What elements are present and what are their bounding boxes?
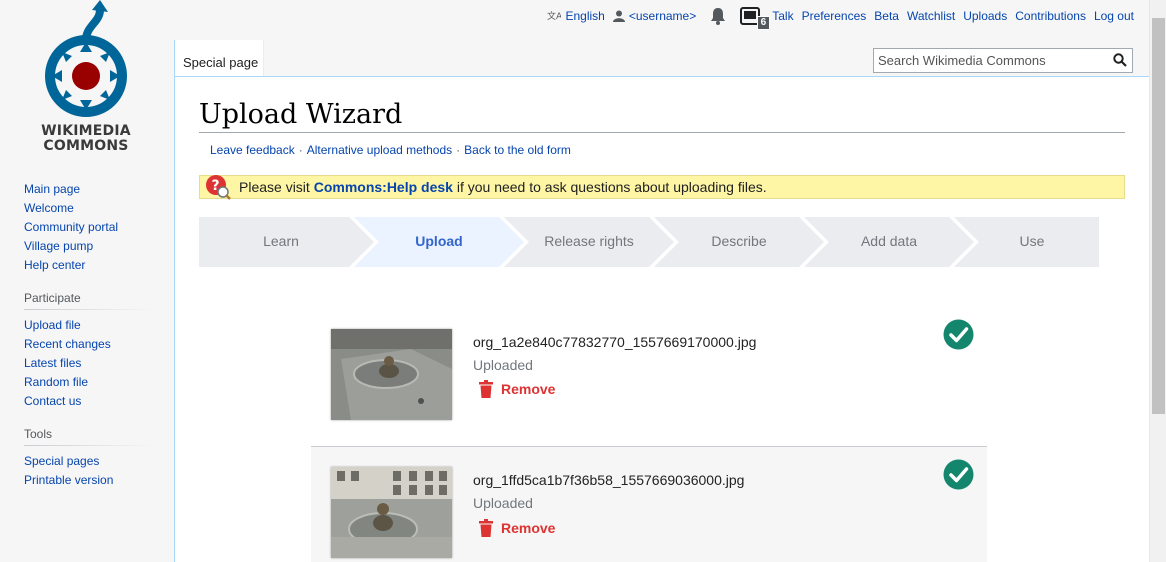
sidebar-heading-tools: Tools [24, 427, 154, 446]
upload-status: Uploaded [473, 495, 533, 511]
remove-label: Remove [501, 520, 556, 536]
help-notice: ? Please visit Commons:Help desk if you … [199, 175, 1125, 200]
tab-special-page[interactable]: Special page [174, 40, 264, 76]
success-check-icon [943, 319, 974, 350]
tab-special-page-label: Special page [183, 55, 259, 70]
sidebar-main-nav: Main page Welcome Community portal Villa… [0, 180, 174, 275]
remove-button[interactable]: Remove [479, 380, 555, 398]
leave-feedback-link[interactable]: Leave feedback [210, 143, 295, 157]
page-title: Upload Wizard [199, 99, 1125, 133]
help-text-prefix: Please visit [239, 179, 314, 195]
wizard-steps: Learn Upload Release rights Describe Add… [199, 217, 1099, 267]
help-magnifier-icon: ? [206, 175, 231, 200]
beta-link[interactable]: Beta [874, 9, 899, 23]
talk-link[interactable]: Talk [772, 9, 793, 23]
search-box [873, 48, 1133, 73]
help-text-suffix: if you need to ask questions about uploa… [452, 179, 767, 195]
trash-icon [479, 519, 493, 537]
language-selector[interactable]: 文A English [547, 9, 604, 23]
search-icon[interactable] [1113, 53, 1127, 67]
sidebar-item-contact-us[interactable]: Contact us [24, 392, 174, 411]
language-link[interactable]: English [565, 9, 604, 23]
logout-link[interactable]: Log out [1094, 9, 1134, 23]
search-input[interactable] [874, 49, 1104, 72]
preferences-link[interactable]: Preferences [802, 9, 867, 23]
notices-button[interactable]: 6 [740, 6, 771, 30]
separator-dot: · [298, 143, 303, 157]
svg-text:文A: 文A [547, 10, 561, 22]
sidebar-item-help-center[interactable]: Help center [24, 256, 174, 275]
site-logo[interactable]: WIKIMEDIA COMMONS [28, 0, 148, 160]
remove-button[interactable]: Remove [479, 519, 555, 537]
step-describe: Describe [711, 233, 767, 249]
alternative-upload-link[interactable]: Alternative upload methods [307, 143, 452, 157]
sidebar-item-latest-files[interactable]: Latest files [24, 354, 174, 373]
watchlist-link[interactable]: Watchlist [907, 9, 955, 23]
bell-icon [711, 8, 726, 25]
sidebar-item-community-portal[interactable]: Community portal [24, 218, 174, 237]
sidebar-item-village-pump[interactable]: Village pump [24, 237, 174, 256]
upload-thumbnail [331, 329, 452, 420]
sidebar-tools: Tools Special pages Printable version [0, 427, 174, 490]
upload-item: org_1a2e840c77832770_1557669170000.jpg U… [311, 307, 987, 447]
scrollbar-thumb[interactable] [1152, 18, 1165, 414]
step-upload: Upload [415, 233, 463, 249]
upload-filename: org_1a2e840c77832770_1557669170000.jpg [473, 334, 757, 350]
remove-label: Remove [501, 381, 556, 397]
notifications-button[interactable] [710, 7, 726, 25]
sidebar-item-welcome[interactable]: Welcome [24, 199, 174, 218]
username-link[interactable]: <username> [629, 9, 696, 23]
notice-count-badge: 6 [756, 16, 771, 30]
old-form-link[interactable]: Back to the old form [464, 143, 571, 157]
sidebar-item-random-file[interactable]: Random file [24, 373, 174, 392]
step-release-rights: Release rights [544, 233, 634, 249]
step-learn: Learn [263, 233, 299, 249]
sidebar-item-special-pages[interactable]: Special pages [24, 452, 174, 471]
upload-thumbnail [331, 467, 452, 558]
step-use: Use [1019, 233, 1045, 249]
sidebar-participate: Participate Upload file Recent changes L… [0, 291, 174, 411]
separator-dot: · [456, 143, 461, 157]
sidebar-item-upload-file[interactable]: Upload file [24, 316, 174, 335]
wikimedia-commons-logo-icon [45, 0, 127, 117]
user-menu[interactable]: <username> [612, 9, 696, 23]
page-scrollbar[interactable] [1149, 0, 1166, 562]
contributions-link[interactable]: Contributions [1015, 9, 1086, 23]
sidebar-item-recent-changes[interactable]: Recent changes [24, 335, 174, 354]
sidebar-item-printable-version[interactable]: Printable version [24, 471, 174, 490]
sidebar-item-main-page[interactable]: Main page [24, 180, 174, 199]
user-icon [612, 10, 625, 22]
personal-toolbar: 文A English <username> 6 Talk Preferences… [539, 6, 1134, 30]
logo-line2: COMMONS [43, 138, 129, 154]
logo-line1: WIKIMEDIA [41, 123, 131, 139]
success-check-icon [943, 459, 974, 490]
help-desk-link[interactable]: Commons:Help desk [314, 179, 453, 195]
step-add-data: Add data [860, 233, 918, 249]
sidebar: Main page Welcome Community portal Villa… [0, 180, 174, 490]
upload-status: Uploaded [473, 357, 533, 373]
main-content: Upload Wizard Leave feedback · Alternative… [174, 76, 1150, 562]
sidebar-heading-participate: Participate [24, 291, 154, 310]
upload-item: org_1ffd5ca1b7f36b58_1557669036000.jpg U… [311, 446, 987, 562]
wizard-top-links: Leave feedback · Alternative upload method… [210, 143, 571, 157]
translate-icon: 文A [547, 10, 561, 22]
upload-filename: org_1ffd5ca1b7f36b58_1557669036000.jpg [473, 472, 745, 488]
trash-icon [479, 380, 493, 398]
uploads-link[interactable]: Uploads [963, 9, 1007, 23]
